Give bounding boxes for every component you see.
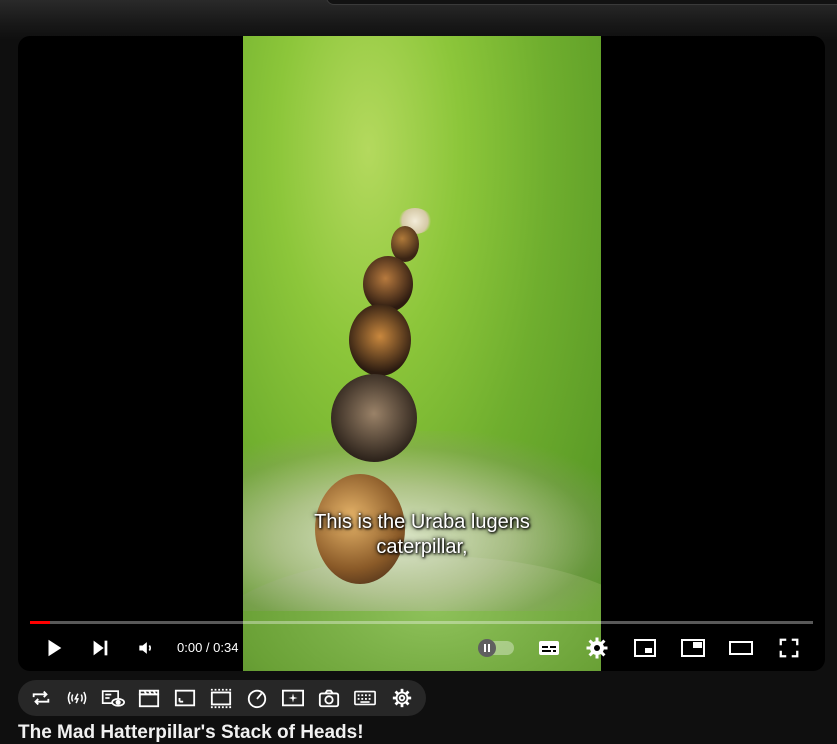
play-icon <box>48 639 62 657</box>
player-controls: 0:00 / 0:34 <box>18 630 825 666</box>
time-display: 0:00 / 0:34 <box>177 630 238 666</box>
duration: 0:34 <box>213 640 239 655</box>
closed-caption: This is the Uraba lugens caterpillar, <box>243 510 601 560</box>
search-bar-edge[interactable] <box>326 0 837 5</box>
top-masthead-shadow <box>0 0 837 40</box>
loop-button[interactable] <box>29 686 53 710</box>
fullscreen-icon <box>779 638 799 658</box>
progress-bar[interactable] <box>30 621 813 624</box>
settings-button[interactable] <box>579 630 615 666</box>
cinema-mode-button[interactable] <box>209 686 233 710</box>
head-capsule-2 <box>363 256 413 312</box>
widescreen-icon <box>729 641 753 655</box>
expand-frame-icon <box>174 689 196 707</box>
pause-icon <box>484 644 490 652</box>
mute-button[interactable] <box>128 630 164 666</box>
autoplay-toggle[interactable] <box>478 639 514 657</box>
miniplayer-button[interactable] <box>627 630 663 666</box>
blur-watch-icon <box>101 690 125 707</box>
clapper-button[interactable] <box>137 686 161 710</box>
cinema-mode-icon <box>210 688 232 709</box>
theater-mode-icon <box>681 639 705 657</box>
subtitles-button[interactable] <box>531 630 567 666</box>
enhance-icon <box>282 689 304 707</box>
screenshot-camera-icon <box>318 689 340 708</box>
caption-line-1: This is the Uraba lugens <box>314 511 530 533</box>
settings-gear-icon <box>586 637 608 659</box>
progress-played <box>30 621 50 624</box>
audio-only-icon <box>67 691 87 705</box>
subtitles-icon <box>539 641 559 655</box>
playback-speed-button[interactable] <box>245 686 269 710</box>
audio-only-button[interactable] <box>65 686 89 710</box>
play-button[interactable] <box>36 630 72 666</box>
expand-frame-button[interactable] <box>173 686 197 710</box>
playback-speed-icon <box>247 689 267 709</box>
keyboard-shortcuts-button[interactable] <box>353 686 377 710</box>
loop-icon <box>32 690 50 706</box>
caption-line-2: caterpillar, <box>376 536 468 558</box>
screenshot-button[interactable] <box>317 686 341 710</box>
video-title[interactable]: The Mad Hatterpillar's Stack of Heads! <box>18 722 364 744</box>
current-time: 0:00 <box>177 640 203 655</box>
theater-mode-button[interactable] <box>675 630 711 666</box>
extension-toolbar <box>18 680 426 716</box>
settings-gear-icon <box>392 688 412 708</box>
keyboard-icon <box>354 690 376 706</box>
autoplay-knob <box>478 639 496 657</box>
fullscreen-button[interactable] <box>771 630 807 666</box>
extension-settings-button[interactable] <box>390 686 414 710</box>
volume-icon <box>139 642 151 654</box>
miniplayer-icon <box>634 639 656 657</box>
time-separator: / <box>202 640 214 655</box>
enhance-button[interactable] <box>281 686 305 710</box>
video-frame[interactable] <box>243 36 601 671</box>
head-capsule-3 <box>349 304 411 376</box>
video-player[interactable]: This is the Uraba lugens caterpillar, 0:… <box>18 36 825 671</box>
widescreen-button[interactable] <box>723 630 759 666</box>
blur-watch-button[interactable] <box>101 686 125 710</box>
next-icon <box>93 640 108 656</box>
next-button[interactable] <box>82 630 118 666</box>
head-capsule-4 <box>331 374 417 462</box>
clapper-icon <box>138 689 160 708</box>
